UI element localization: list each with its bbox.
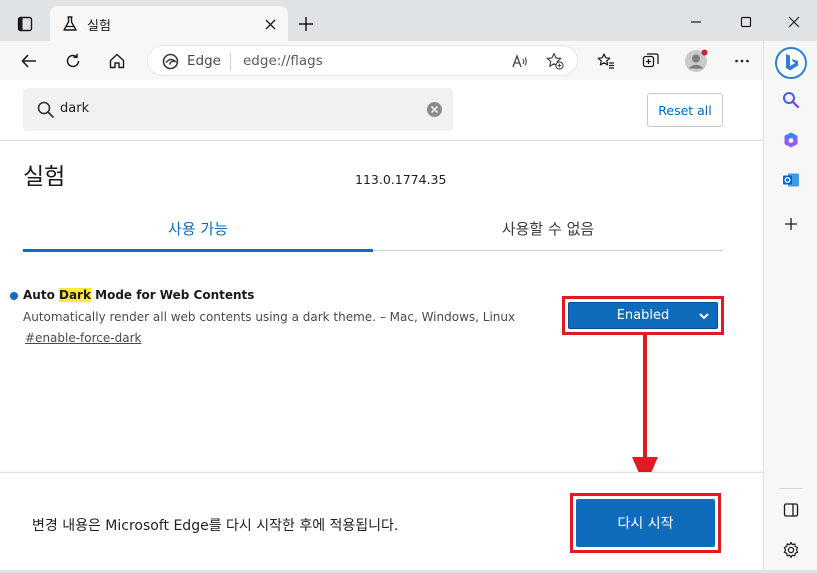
bing-logo-icon [775, 47, 807, 79]
home-icon [109, 53, 125, 69]
flag-state-value: Enabled [616, 308, 670, 323]
flask-icon [63, 16, 77, 31]
header-divider [0, 140, 763, 141]
version-label: 113.0.1774.35 [355, 172, 447, 187]
minimize-icon [691, 21, 701, 23]
more-menu-button[interactable] [727, 46, 757, 76]
browser-toolbar: Edge edge://flags [0, 41, 763, 80]
sidebar-divider [779, 488, 803, 489]
restart-button[interactable]: 다시 시작 [576, 499, 715, 547]
search-icon [37, 101, 54, 118]
flag-state-select[interactable]: Enabled [568, 302, 718, 329]
window-close-button[interactable] [779, 8, 809, 36]
new-tab-button[interactable] [293, 11, 319, 37]
favorites-button[interactable] [591, 46, 621, 76]
collections-icon [642, 53, 659, 68]
flag-anchor-link[interactable]: #enable-force-dark [25, 331, 141, 345]
avatar [685, 49, 708, 72]
hide-sidebar-button[interactable] [776, 495, 806, 525]
tab-unavailable[interactable]: 사용할 수 없음 [373, 218, 723, 239]
maximize-button[interactable] [731, 8, 761, 36]
search-icon [783, 92, 800, 109]
plus-icon [299, 17, 313, 31]
maximize-icon [740, 16, 752, 28]
sidebar-search-button[interactable] [776, 85, 806, 115]
chevron-down-icon [699, 313, 709, 320]
flag-title-prefix: Auto [23, 288, 59, 302]
copilot-icon [784, 132, 798, 148]
tab-flags[interactable]: 실험 [50, 6, 288, 41]
more-horizontal-icon [735, 59, 749, 63]
page-title: 실험 [23, 164, 66, 190]
read-aloud-icon [511, 53, 527, 67]
search-input[interactable]: dark [60, 101, 89, 116]
tab-actions-icon [17, 16, 33, 32]
edge-sidebar [763, 41, 817, 573]
back-button[interactable] [14, 46, 44, 76]
active-tab-indicator [23, 249, 373, 252]
tab-actions-button[interactable] [11, 11, 39, 37]
flag-title: Auto Dark Mode for Web Contents [23, 288, 254, 302]
address-url[interactable]: edge://flags [243, 53, 323, 69]
clear-search-icon[interactable] [426, 101, 443, 118]
favorites-icon [597, 53, 614, 69]
sidebar-outlook-button[interactable] [776, 165, 806, 195]
address-bar[interactable]: Edge edge://flags [147, 45, 578, 76]
address-site-label: Edge [187, 53, 221, 69]
outlook-icon [783, 173, 799, 187]
flag-search-box[interactable]: dark [23, 88, 453, 131]
flags-page: dark Reset all 실험 113.0.1774.35 사용 가능 사용… [0, 80, 763, 573]
star-add-icon [546, 52, 564, 70]
gear-icon [783, 541, 799, 558]
flag-description: Automatically render all web contents us… [23, 310, 516, 324]
tab-title: 실험 [87, 19, 111, 34]
tab-strip: 실험 [0, 0, 817, 41]
address-separator [230, 53, 231, 70]
read-aloud-button[interactable] [508, 50, 530, 72]
sidebar-add-button[interactable] [776, 209, 806, 239]
annotation-arrow [632, 335, 658, 487]
close-icon [265, 19, 275, 29]
sidebar-copilot-button[interactable] [776, 125, 806, 155]
reset-all-button[interactable]: Reset all [647, 93, 723, 127]
flag-modified-dot [10, 292, 18, 300]
home-button[interactable] [102, 46, 132, 76]
sidebar-settings-button[interactable] [776, 535, 806, 565]
restart-message: 변경 내용은 Microsoft Edge를 다시 시작한 후에 적용됩니다. [32, 518, 399, 534]
bing-chat-button[interactable] [773, 45, 809, 81]
search-match-highlight: Dark [59, 288, 91, 302]
flag-title-suffix: Mode for Web Contents [90, 288, 255, 302]
refresh-icon [66, 53, 80, 68]
back-arrow-icon [21, 54, 36, 68]
panel-icon [783, 503, 799, 517]
edge-logo-icon [162, 53, 179, 70]
tab-available[interactable]: 사용 가능 [23, 218, 373, 239]
plus-icon [785, 218, 797, 230]
refresh-button[interactable] [58, 46, 88, 76]
close-icon [788, 16, 800, 28]
restart-footer: 변경 내용은 Microsoft Edge를 다시 시작한 후에 적용됩니다. … [0, 472, 763, 573]
add-favorite-button[interactable] [544, 50, 566, 72]
collections-button[interactable] [636, 46, 666, 76]
minimize-button[interactable] [681, 8, 711, 36]
profile-button[interactable] [681, 46, 711, 76]
tab-close-button[interactable] [261, 15, 279, 33]
